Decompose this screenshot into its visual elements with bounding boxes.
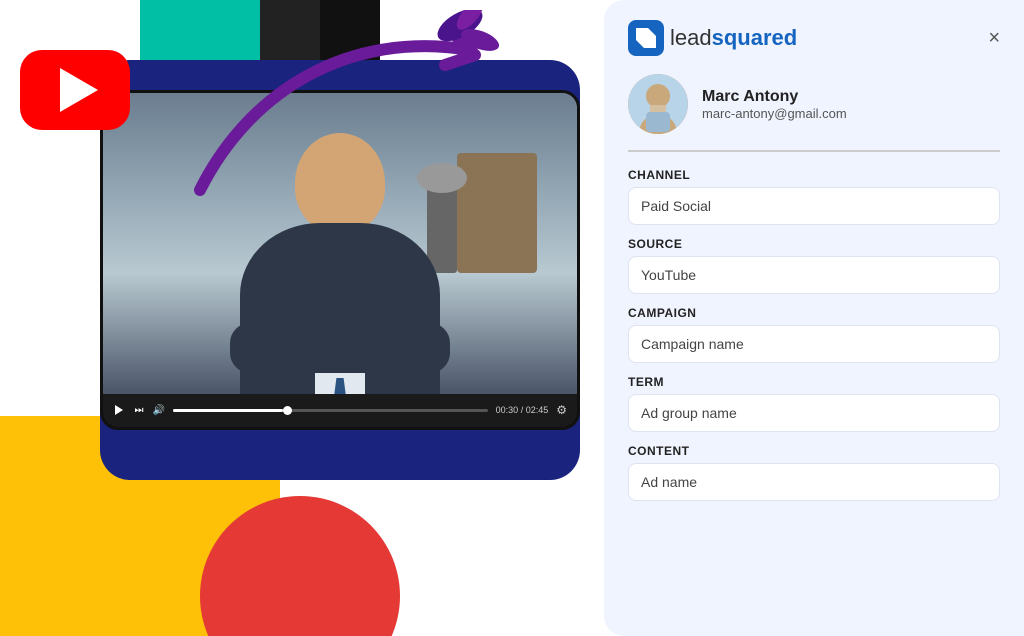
youtube-logo [20, 50, 130, 130]
field-input-4[interactable]: Ad name [628, 463, 1000, 501]
avatar [628, 74, 688, 134]
time-display: 00:30 / 02:45 [496, 405, 549, 415]
field-label-2: CAMPAIGN [628, 306, 1000, 320]
youtube-play-icon [60, 68, 98, 112]
progress-dot [283, 406, 292, 415]
field-input-0[interactable]: Paid Social [628, 187, 1000, 225]
video-controls: ⏭ 🔊 00:30 / 02:45 ⚙ [103, 394, 577, 427]
settings-icon[interactable]: ⚙ [556, 403, 567, 417]
ls-logo-icon [628, 20, 664, 56]
field-group-0: CHANNEL Paid Social [628, 168, 1000, 225]
leadsquared-logo: leadsquared [628, 20, 797, 56]
volume-button[interactable]: 🔊 [153, 404, 165, 416]
user-details: Marc Antony marc-antony@gmail.com [702, 88, 847, 121]
user-name: Marc Antony [702, 88, 847, 106]
field-group-2: CAMPAIGN Campaign name [628, 306, 1000, 363]
field-input-3[interactable]: Ad group name [628, 394, 1000, 432]
field-label-4: CONTENT [628, 444, 1000, 458]
person-arms [230, 323, 450, 373]
ls-logo-shape [636, 28, 656, 48]
ls-logo-text: leadsquared [670, 25, 797, 51]
play-icon [115, 405, 123, 415]
progress-bar[interactable] [173, 409, 488, 412]
field-group-1: SOURCE YouTube [628, 237, 1000, 294]
field-label-1: SOURCE [628, 237, 1000, 251]
skip-icon: ⏭ [135, 405, 144, 416]
right-panel: leadsquared × Marc Antony marc-antony@gm… [604, 0, 1024, 636]
purple-arrow-icon [150, 10, 500, 210]
field-label-3: TERM [628, 375, 1000, 389]
field-input-2[interactable]: Campaign name [628, 325, 1000, 363]
play-button[interactable] [113, 404, 125, 416]
user-info: Marc Antony marc-antony@gmail.com [628, 74, 1000, 152]
ls-header: leadsquared × [628, 20, 1000, 56]
field-input-1[interactable]: YouTube [628, 256, 1000, 294]
field-group-4: CONTENT Ad name [628, 444, 1000, 501]
fields-container: CHANNELPaid SocialSOURCEYouTubeCAMPAIGNC… [628, 168, 1000, 501]
left-panel: ⏭ 🔊 00:30 / 02:45 ⚙ [0, 0, 620, 636]
skip-button[interactable]: ⏭ [133, 404, 145, 416]
field-label-0: CHANNEL [628, 168, 1000, 182]
avatar-image [628, 74, 688, 134]
youtube-icon [20, 50, 130, 130]
field-group-3: TERM Ad group name [628, 375, 1000, 432]
volume-icon: 🔊 [153, 405, 165, 416]
user-email: marc-antony@gmail.com [702, 106, 847, 121]
close-button[interactable]: × [988, 27, 1000, 50]
progress-fill [173, 409, 283, 412]
